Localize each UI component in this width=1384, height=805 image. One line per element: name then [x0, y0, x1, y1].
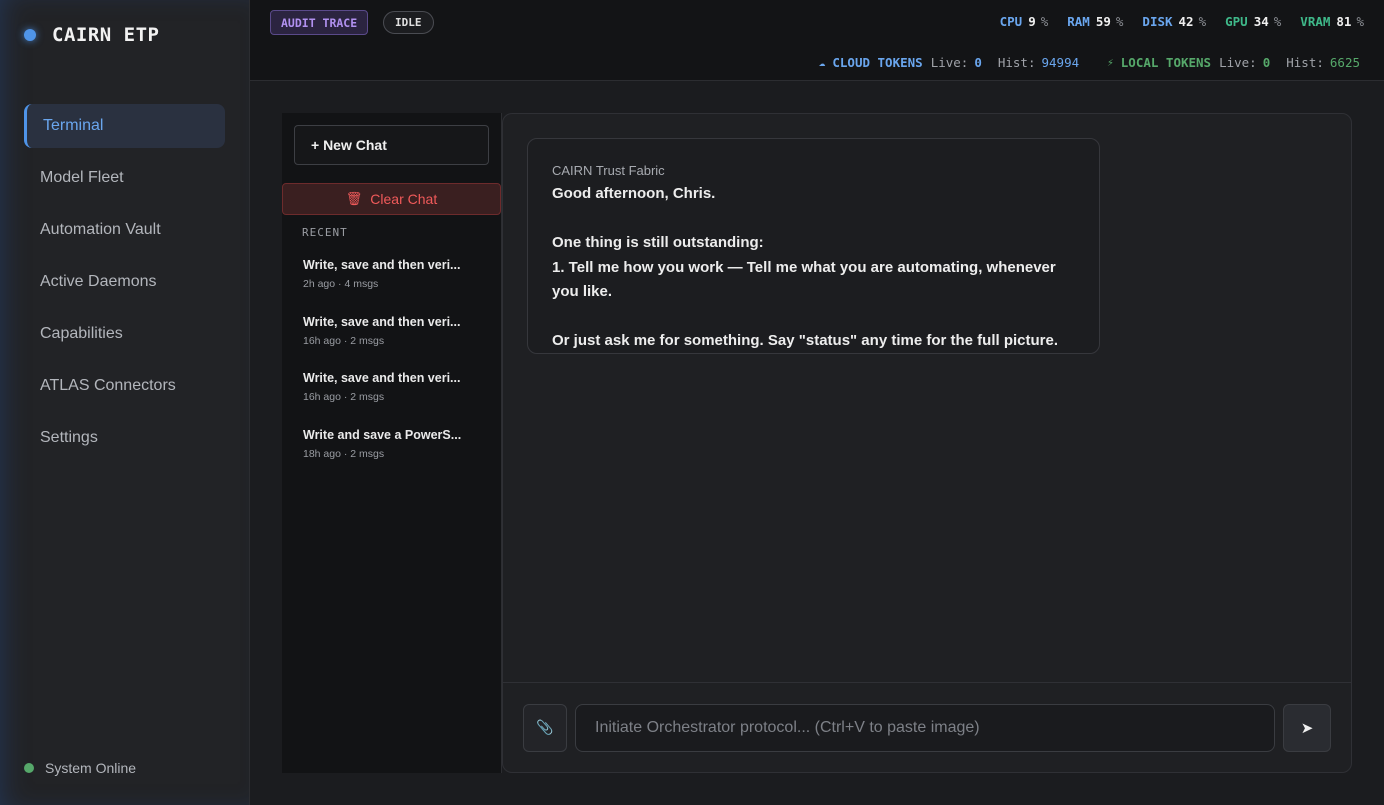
attach-button[interactable]: 📎: [523, 704, 567, 752]
cloud-tokens-label: CLOUD TOKENS: [832, 55, 923, 70]
metric-unit: %: [1273, 14, 1282, 29]
cloud-hist-value: 94994: [1041, 55, 1080, 70]
token-counters: ☁ CLOUD TOKENS Live: 0 Hist: 94994 ⚡ LOC…: [791, 55, 1360, 70]
send-icon: ➤: [1300, 719, 1314, 737]
chat-title: Write, save and then veri...: [303, 371, 461, 385]
new-chat-button[interactable]: + New Chat: [294, 125, 489, 165]
send-button[interactable]: ➤: [1283, 704, 1331, 752]
chat-meta: 16h ago · 2 msgs: [303, 391, 385, 403]
cloud-tokens: ☁ CLOUD TOKENS Live: 0 Hist: 94994: [819, 55, 1079, 70]
local-live-value: 0: [1262, 55, 1271, 70]
local-tokens-label: LOCAL TOKENS: [1120, 55, 1212, 70]
metric-unit: %: [1040, 14, 1049, 29]
message-greeting: Good afternoon, Chris.: [552, 185, 716, 202]
chat-title: Write, save and then veri...: [303, 315, 461, 329]
cloud-live-label: Live:: [930, 55, 969, 70]
chat-title: Write and save a PowerS...: [303, 428, 462, 442]
metric-label: CPU: [999, 14, 1023, 29]
assistant-message: CAIRN Trust Fabric Good afternoon, Chris…: [527, 138, 1100, 354]
message-sender: CAIRN Trust Fabric: [552, 163, 665, 178]
sidebar-item-automation-vault[interactable]: Automation Vault: [24, 208, 225, 252]
brand: CAIRN ETP: [24, 24, 159, 46]
sidebar-item-model-fleet[interactable]: Model Fleet: [24, 156, 225, 200]
cloud-live-value: 0: [974, 55, 982, 70]
chat-meta: 2h ago · 4 msgs: [303, 278, 379, 290]
chat-list-item[interactable]: Write, save and then veri... 2h ago · 4 …: [303, 258, 493, 290]
metric-unit: %: [1356, 14, 1364, 29]
metric-unit: %: [1198, 14, 1207, 29]
local-tokens: ⚡ LOCAL TOKENS Live: 0 Hist: 6625: [1107, 55, 1360, 70]
metric-cpu: CPU 9%: [1000, 14, 1049, 29]
metric-disk: DISK 42%: [1142, 14, 1206, 29]
top-bar: AUDIT TRACE IDLE CPU 9% RAM 59% DISK 42% GP…: [250, 0, 1384, 81]
chat-list-item[interactable]: Write, save and then veri... 16h ago · 2…: [303, 315, 493, 347]
metric-ram: RAM 59%: [1067, 14, 1123, 29]
sidebar-item-settings[interactable]: Settings: [24, 416, 225, 460]
metric-value: 9: [1028, 14, 1036, 29]
metric-vram: VRAM 81%: [1300, 14, 1364, 29]
metric-label: DISK: [1142, 14, 1173, 29]
metric-value: 42: [1178, 14, 1194, 29]
chat-title: Write, save and then veri...: [303, 258, 461, 272]
system-status: System Online: [24, 760, 136, 776]
chat-list-item[interactable]: Write, save and then veri... 16h ago · 2…: [303, 371, 493, 403]
sidebar-nav: Terminal Model Fleet Automation Vault Ac…: [24, 104, 225, 468]
system-metrics: CPU 9% RAM 59% DISK 42% GPU 34% VRAM 81%: [981, 14, 1364, 29]
metric-value: 81: [1336, 14, 1352, 29]
message-input[interactable]: [575, 704, 1275, 752]
metric-gpu: GPU 34%: [1225, 14, 1281, 29]
chat-meta: 18h ago · 2 msgs: [303, 448, 385, 460]
message-line: One thing is still outstanding:: [552, 234, 764, 251]
cloud-icon: ☁: [818, 56, 826, 69]
metric-label: VRAM: [1300, 14, 1331, 29]
metric-label: RAM: [1067, 14, 1090, 29]
message-composer: 📎 ➤: [503, 682, 1351, 773]
cloud-hist-label: Hist:: [997, 55, 1036, 70]
sidebar-item-terminal[interactable]: Terminal: [24, 104, 225, 148]
clear-chat-button[interactable]: 🗑 Clear Chat: [282, 183, 501, 215]
sidebar-item-atlas-connectors[interactable]: ATLAS Connectors: [24, 364, 225, 408]
status-text: System Online: [45, 760, 137, 776]
local-hist-label: Hist:: [1286, 55, 1324, 70]
brand-name: CAIRN ETP: [52, 24, 160, 46]
metric-label: GPU: [1225, 14, 1248, 29]
metric-value: 59: [1095, 14, 1111, 29]
recent-heading: RECENT: [302, 226, 348, 239]
state-badge: IDLE: [383, 11, 434, 34]
conversation-panel: CAIRN Trust Fabric Good afternoon, Chris…: [502, 113, 1352, 773]
metric-unit: %: [1115, 14, 1124, 29]
sidebar-item-active-daemons[interactable]: Active Daemons: [24, 260, 225, 304]
bolt-icon: ⚡: [1107, 56, 1114, 69]
message-line: 1. Tell me how you work — Tell me what y…: [552, 258, 1056, 301]
chat-meta: 16h ago · 2 msgs: [303, 335, 385, 347]
paperclip-icon: 📎: [536, 720, 554, 736]
chat-history-panel: + New Chat 🗑 Clear Chat RECENT Write, sa…: [282, 113, 502, 773]
clear-chat-label: Clear Chat: [370, 191, 438, 207]
local-hist-value: 6625: [1329, 55, 1360, 70]
sidebar: CAIRN ETP Terminal Model Fleet Automatio…: [0, 0, 250, 805]
app-window: CAIRN ETP Terminal Model Fleet Automatio…: [0, 0, 1384, 805]
message-line: Or just ask me for something. Say "statu…: [552, 332, 1059, 349]
metric-value: 34: [1253, 14, 1269, 29]
sidebar-item-capabilities[interactable]: Capabilities: [24, 312, 225, 356]
brand-dot-icon: [24, 29, 36, 41]
local-live-label: Live:: [1219, 55, 1257, 70]
chat-list-item[interactable]: Write and save a PowerS... 18h ago · 2 m…: [303, 428, 493, 460]
status-dot-icon: [24, 763, 34, 773]
trash-icon: 🗑: [345, 191, 363, 206]
audit-trace-badge[interactable]: AUDIT TRACE: [270, 10, 369, 35]
